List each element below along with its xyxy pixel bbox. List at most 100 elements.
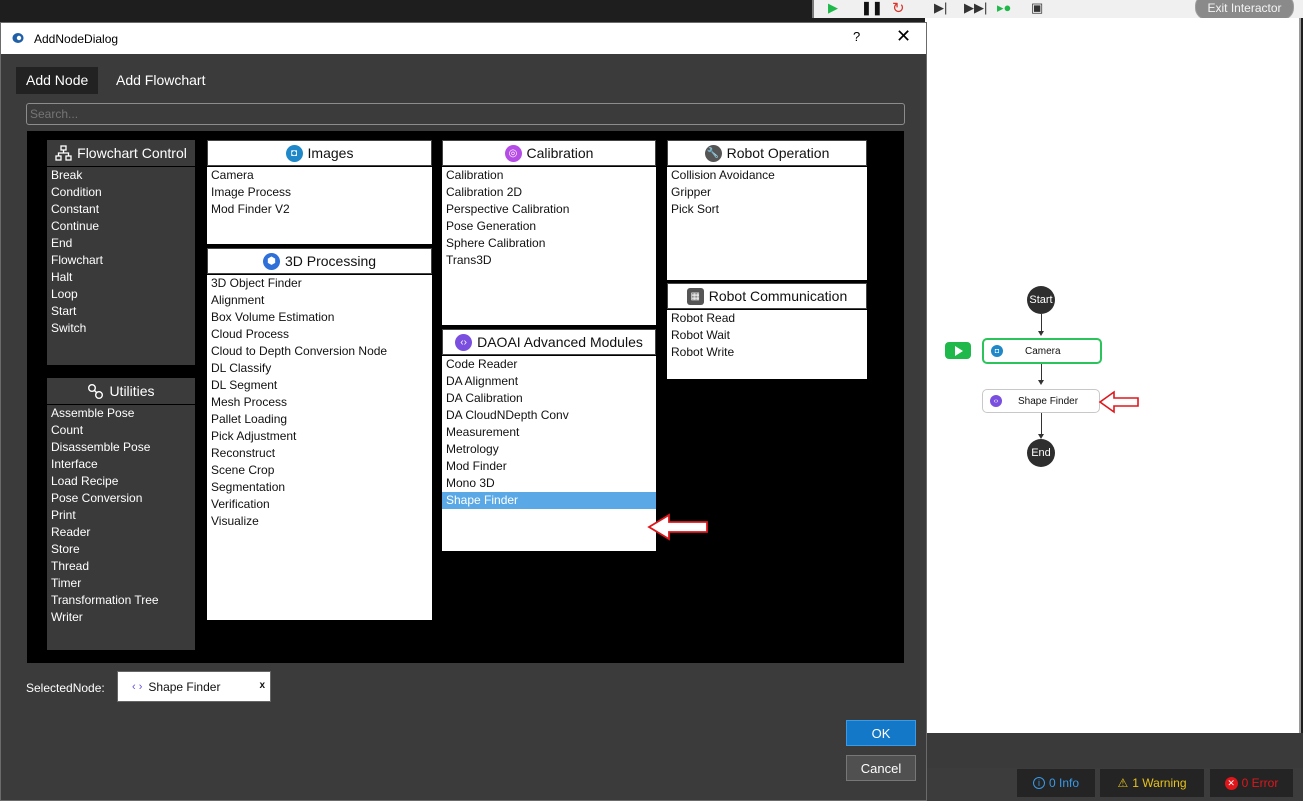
list-item[interactable]: Mesh Process — [207, 394, 432, 411]
list-item[interactable]: Thread — [47, 558, 195, 575]
list-item[interactable]: Cloud Process — [207, 326, 432, 343]
list-item[interactable]: Image Process — [207, 184, 432, 201]
camera-node[interactable]: ◘ Camera — [982, 338, 1102, 364]
list-item[interactable]: Continue — [47, 218, 195, 235]
list-item[interactable]: Count — [47, 422, 195, 439]
category-robot-operation: 🔧 Robot Operation Collision Avoidance Gr… — [667, 140, 867, 280]
fast-forward-icon[interactable]: ▶▶| — [964, 0, 987, 16]
category-header: ‹› DAOAI Advanced Modules — [442, 329, 656, 355]
list-item[interactable]: Camera — [207, 167, 432, 184]
list-item[interactable]: Pick Sort — [667, 201, 867, 218]
list-item[interactable]: Measurement — [442, 424, 656, 441]
list-item[interactable]: Scene Crop — [207, 462, 432, 479]
list-item[interactable]: Timer — [47, 575, 195, 592]
list-item[interactable]: Constant — [47, 201, 195, 218]
error-status[interactable]: ✕ 0 Error — [1210, 769, 1293, 797]
list-item[interactable]: Pose Generation — [442, 218, 656, 235]
list-item[interactable]: Collision Avoidance — [667, 167, 867, 184]
list-item[interactable]: Break — [47, 167, 195, 184]
step-icon[interactable]: ▶| — [934, 0, 947, 16]
list-item[interactable]: Pallet Loading — [207, 411, 432, 428]
category-daoai-advanced-modules: ‹› DAOAI Advanced Modules Code Reader DA… — [442, 329, 656, 551]
list-item[interactable]: Interface — [47, 456, 195, 473]
list-item[interactable]: Segmentation — [207, 479, 432, 496]
search-input[interactable] — [26, 103, 905, 125]
camera-node-label: Camera — [1025, 345, 1061, 357]
list-item[interactable]: Calibration 2D — [442, 184, 656, 201]
list-item[interactable]: Verification — [207, 496, 432, 513]
list-item[interactable]: Switch — [47, 320, 195, 337]
list-item[interactable]: Loop — [47, 286, 195, 303]
selected-node-chip[interactable]: ‹ › Shape Finder x — [117, 671, 271, 702]
list-item[interactable]: DL Classify — [207, 360, 432, 377]
list-item[interactable]: Mono 3D — [442, 475, 656, 492]
list-item[interactable]: Start — [47, 303, 195, 320]
camera-icon: ◘ — [285, 144, 303, 162]
help-button[interactable]: ? — [853, 29, 860, 44]
list-item[interactable]: Halt — [47, 269, 195, 286]
restart-icon[interactable]: ↻ — [892, 0, 905, 17]
tab-add-flowchart[interactable]: Add Flowchart — [106, 67, 215, 94]
play-icon[interactable]: ▶ — [828, 0, 838, 16]
list-item[interactable]: Gripper — [667, 184, 867, 201]
list-item[interactable]: Trans3D — [442, 252, 656, 269]
start-node[interactable]: Start — [1027, 286, 1055, 314]
shape-finder-node[interactable]: ‹› Shape Finder — [982, 389, 1100, 413]
cancel-button[interactable]: Cancel — [846, 755, 916, 781]
warning-status[interactable]: ⚠ 1 Warning — [1100, 769, 1204, 797]
list-item[interactable]: Condition — [47, 184, 195, 201]
tab-add-node[interactable]: Add Node — [16, 67, 99, 94]
list-item[interactable]: Pick Adjustment — [207, 428, 432, 445]
list-item[interactable]: Mod Finder — [442, 458, 656, 475]
close-icon[interactable]: ✕ — [896, 26, 911, 47]
clear-selection-icon[interactable]: x — [259, 680, 265, 691]
list-item[interactable]: Visualize — [207, 513, 432, 530]
code-brackets-icon: ‹ › — [132, 680, 143, 693]
list-item[interactable]: Metrology — [442, 441, 656, 458]
list-item[interactable]: Disassemble Pose — [47, 439, 195, 456]
category-title: Robot Operation — [726, 145, 830, 161]
step-record-icon[interactable]: ▸● — [997, 0, 1011, 16]
list-item-selected[interactable]: Shape Finder — [442, 492, 656, 509]
list-item[interactable]: Reconstruct — [207, 445, 432, 462]
list-item[interactable]: DA Alignment — [442, 373, 656, 390]
camera-robot-icon[interactable]: ▣ — [1031, 0, 1043, 16]
category-title: Images — [307, 145, 354, 161]
list-item[interactable]: Store — [47, 541, 195, 558]
list-item[interactable]: Load Recipe — [47, 473, 195, 490]
flowchart-canvas[interactable]: Start ◘ Camera ‹› Shape Finder End — [925, 18, 1301, 733]
category-images: ◘ Images Camera Image Process Mod Finder… — [207, 140, 432, 244]
list-item[interactable]: Print — [47, 507, 195, 524]
list-item[interactable]: Box Volume Estimation — [207, 309, 432, 326]
list-item[interactable]: Code Reader — [442, 356, 656, 373]
list-item[interactable]: Calibration — [442, 167, 656, 184]
pause-icon[interactable]: ❚❚ — [861, 0, 883, 16]
list-item[interactable]: End — [47, 235, 195, 252]
list-item[interactable]: 3D Object Finder — [207, 275, 432, 292]
list-item[interactable]: Cloud to Depth Conversion Node — [207, 343, 432, 360]
list-item[interactable]: Sphere Calibration — [442, 235, 656, 252]
ok-button[interactable]: OK — [846, 720, 916, 746]
list-item[interactable]: DA Calibration — [442, 390, 656, 407]
list-item[interactable]: DA CloudNDepth Conv — [442, 407, 656, 424]
list-item[interactable]: Robot Write — [667, 344, 867, 361]
list-item[interactable]: Robot Read — [667, 310, 867, 327]
list-item[interactable]: Perspective Calibration — [442, 201, 656, 218]
list-item[interactable]: Pose Conversion — [47, 490, 195, 507]
list-item[interactable]: Robot Wait — [667, 327, 867, 344]
list-item[interactable]: Alignment — [207, 292, 432, 309]
list-item[interactable]: Transformation Tree — [47, 592, 195, 609]
category-header: ◘ Images — [207, 140, 432, 166]
run-node-button[interactable] — [945, 342, 971, 359]
info-status[interactable]: i 0 Info — [1017, 769, 1095, 797]
end-node[interactable]: End — [1027, 439, 1055, 467]
list-item[interactable]: Writer — [47, 609, 195, 626]
list-item[interactable]: DL Segment — [207, 377, 432, 394]
dialog-titlebar[interactable]: AddNodeDialog ? ✕ — [1, 23, 926, 54]
category-title: DAOAI Advanced Modules — [477, 334, 643, 350]
list-item[interactable]: Reader — [47, 524, 195, 541]
exit-interactor-button[interactable]: Exit Interactor — [1195, 0, 1294, 20]
list-item[interactable]: Assemble Pose — [47, 405, 195, 422]
list-item[interactable]: Flowchart — [47, 252, 195, 269]
list-item[interactable]: Mod Finder V2 — [207, 201, 432, 218]
